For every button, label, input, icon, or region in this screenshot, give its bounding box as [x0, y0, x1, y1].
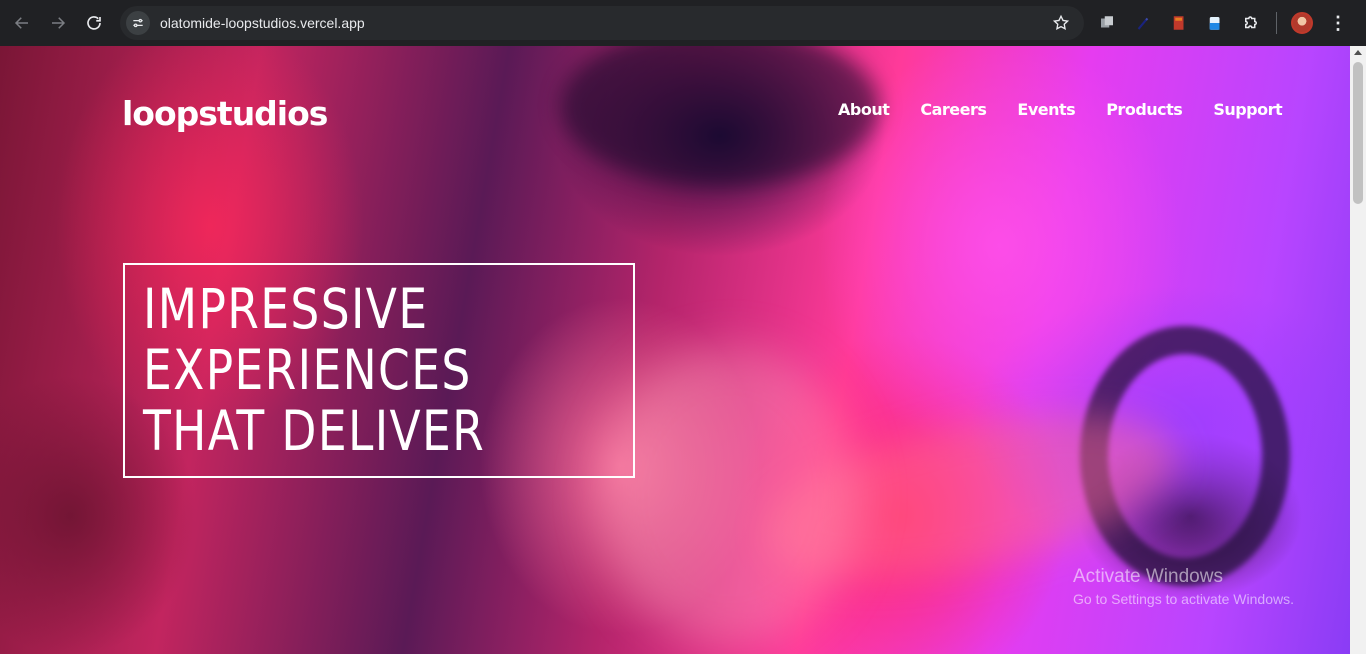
url-text[interactable]: olatomide-loopstudios.vercel.app — [160, 15, 365, 31]
book-extension-button[interactable] — [1166, 10, 1192, 36]
nav-link-events[interactable]: Events — [1017, 100, 1075, 119]
page-scrollbar[interactable] — [1350, 46, 1366, 654]
main-nav: About Careers Events Products Support — [838, 100, 1283, 119]
activate-windows-watermark: Activate Windows Go to Settings to activ… — [1073, 566, 1294, 607]
address-bar[interactable]: olatomide-loopstudios.vercel.app — [120, 6, 1084, 40]
pen-extension-icon — [1137, 17, 1149, 30]
scroll-up-arrow-icon[interactable] — [1354, 50, 1362, 55]
hero-image-body-shape — [600, 346, 860, 646]
hero-headline-line: IMPRESSIVE — [143, 277, 429, 341]
arrow-right-icon — [52, 17, 66, 29]
clipboard-extension-icon — [1209, 17, 1220, 30]
hero-headline-box: IMPRESSIVE EXPERIENCES THAT DELIVER — [123, 263, 635, 478]
kebab-menu-icon: ⋮ — [1329, 13, 1347, 33]
reload-button[interactable] — [76, 5, 112, 41]
site-logo[interactable]: loopstudios — [122, 94, 328, 133]
nav-link-careers[interactable]: Careers — [920, 100, 987, 119]
pen-extension-button[interactable] — [1130, 10, 1156, 36]
site-info-button[interactable] — [126, 11, 150, 35]
hero-headline-line: THAT DELIVER — [143, 399, 486, 463]
puzzle-extension-button[interactable] — [1094, 10, 1120, 36]
scrollbar-thumb[interactable] — [1353, 62, 1363, 204]
clipboard-extension-button[interactable] — [1202, 10, 1228, 36]
extensions-area: ⋮ — [1094, 6, 1351, 40]
back-button[interactable] — [4, 5, 40, 41]
avatar — [1291, 12, 1313, 34]
nav-link-support[interactable]: Support — [1213, 100, 1282, 119]
nav-link-products[interactable]: Products — [1106, 100, 1183, 119]
forward-button[interactable] — [40, 5, 76, 41]
extensions-menu-button[interactable] — [1238, 10, 1264, 36]
star-icon[interactable] — [1052, 14, 1070, 32]
browser-toolbar: olatomide-loopstudios.vercel.app ⋮ — [0, 0, 1366, 46]
puzzle-extension-icon — [1101, 16, 1113, 28]
hero-section: loopstudios About Careers Events Product… — [0, 46, 1350, 654]
activate-windows-title: Activate Windows — [1073, 566, 1223, 587]
browser-menu-button[interactable]: ⋮ — [1325, 10, 1351, 36]
hero-image-headset-shape — [560, 46, 880, 186]
tune-icon — [133, 18, 143, 28]
arrow-left-icon — [14, 17, 28, 29]
extensions-menu-icon — [1245, 16, 1257, 29]
activate-windows-subtitle: Go to Settings to activate Windows. — [1073, 591, 1294, 607]
nav-link-about[interactable]: About — [838, 100, 890, 119]
reload-icon — [87, 16, 101, 30]
book-extension-icon — [1173, 16, 1184, 30]
profile-button[interactable] — [1289, 10, 1315, 36]
hero-headline-line: EXPERIENCES — [143, 338, 472, 402]
toolbar-divider — [1276, 12, 1277, 34]
